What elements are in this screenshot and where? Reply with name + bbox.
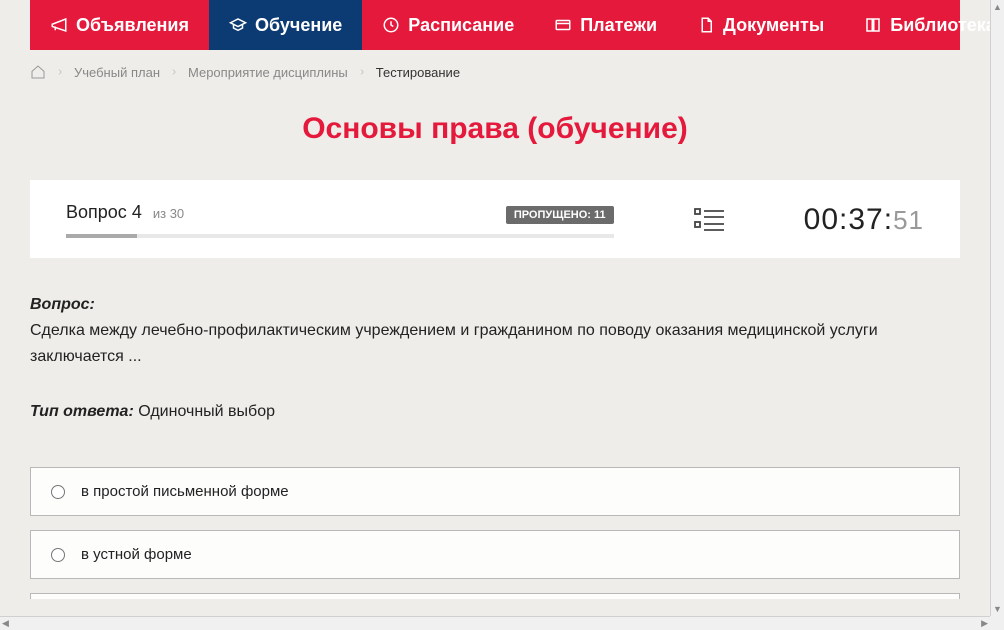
horizontal-scrollbar[interactable] [0, 616, 990, 630]
nav-label: Библиотека [890, 15, 990, 36]
document-icon [697, 16, 715, 34]
progress-fill [66, 234, 137, 238]
question-label: Вопрос: [30, 296, 95, 313]
breadcrumb-current: Тестирование [376, 65, 460, 80]
breadcrumb: Учебный план Мероприятие дисциплины Тест… [30, 50, 960, 94]
chevron-right-icon [170, 66, 178, 78]
question-list-icon[interactable] [694, 207, 724, 233]
payment-icon [554, 16, 572, 34]
clock-icon [382, 16, 400, 34]
megaphone-icon [50, 16, 68, 34]
question-counter: Вопрос 4 из 30 [66, 202, 184, 222]
answer-radio[interactable] [51, 548, 65, 562]
nav-label: Расписание [408, 15, 514, 36]
answers-list: в простой письменной форме в устной форм… [30, 467, 960, 599]
progress-bar [66, 234, 614, 238]
home-icon[interactable] [30, 64, 46, 80]
answer-option[interactable]: в устной форме [30, 530, 960, 579]
answer-option[interactable]: в простой письменной форме [30, 467, 960, 516]
nav-label: Объявления [76, 15, 189, 36]
scrollbar-corner [990, 616, 1004, 630]
page-title: Основы права (обучение) [30, 112, 960, 146]
nav-item-payments[interactable]: Платежи [534, 0, 677, 50]
answer-text: в устной форме [81, 546, 192, 563]
chevron-right-icon [56, 66, 64, 78]
answer-option[interactable] [30, 593, 960, 599]
chevron-right-icon [358, 66, 366, 78]
question-text: Сделка между лечебно-профилактическим уч… [30, 318, 960, 369]
answer-radio[interactable] [51, 485, 65, 499]
nav-label: Документы [723, 15, 824, 36]
question-status-card: Вопрос 4 из 30 ПРОПУЩЕНО: 11 [30, 180, 960, 258]
graduation-cap-icon [229, 16, 247, 34]
answer-type-label: Тип ответа: [30, 403, 134, 420]
answer-text: в простой письменной форме [81, 483, 289, 500]
nav-label: Обучение [255, 15, 342, 36]
skipped-badge: ПРОПУЩЕНО: 11 [506, 206, 614, 224]
nav-item-schedule[interactable]: Расписание [362, 0, 534, 50]
vertical-scrollbar[interactable] [990, 0, 1004, 616]
nav-item-learning[interactable]: Обучение [209, 0, 362, 50]
main-nav: Объявления Обучение Расписание Платежи Д… [30, 0, 960, 50]
nav-item-announcements[interactable]: Объявления [30, 0, 209, 50]
answer-type-value: Одиночный выбор [138, 403, 275, 420]
breadcrumb-link-event[interactable]: Мероприятие дисциплины [188, 65, 348, 80]
nav-label: Платежи [580, 15, 657, 36]
nav-item-documents[interactable]: Документы [677, 0, 844, 50]
timer: 00:37:51 [804, 203, 924, 237]
book-icon [864, 16, 882, 34]
breadcrumb-link-plan[interactable]: Учебный план [74, 65, 160, 80]
nav-item-library[interactable]: Библиотека [844, 0, 990, 50]
